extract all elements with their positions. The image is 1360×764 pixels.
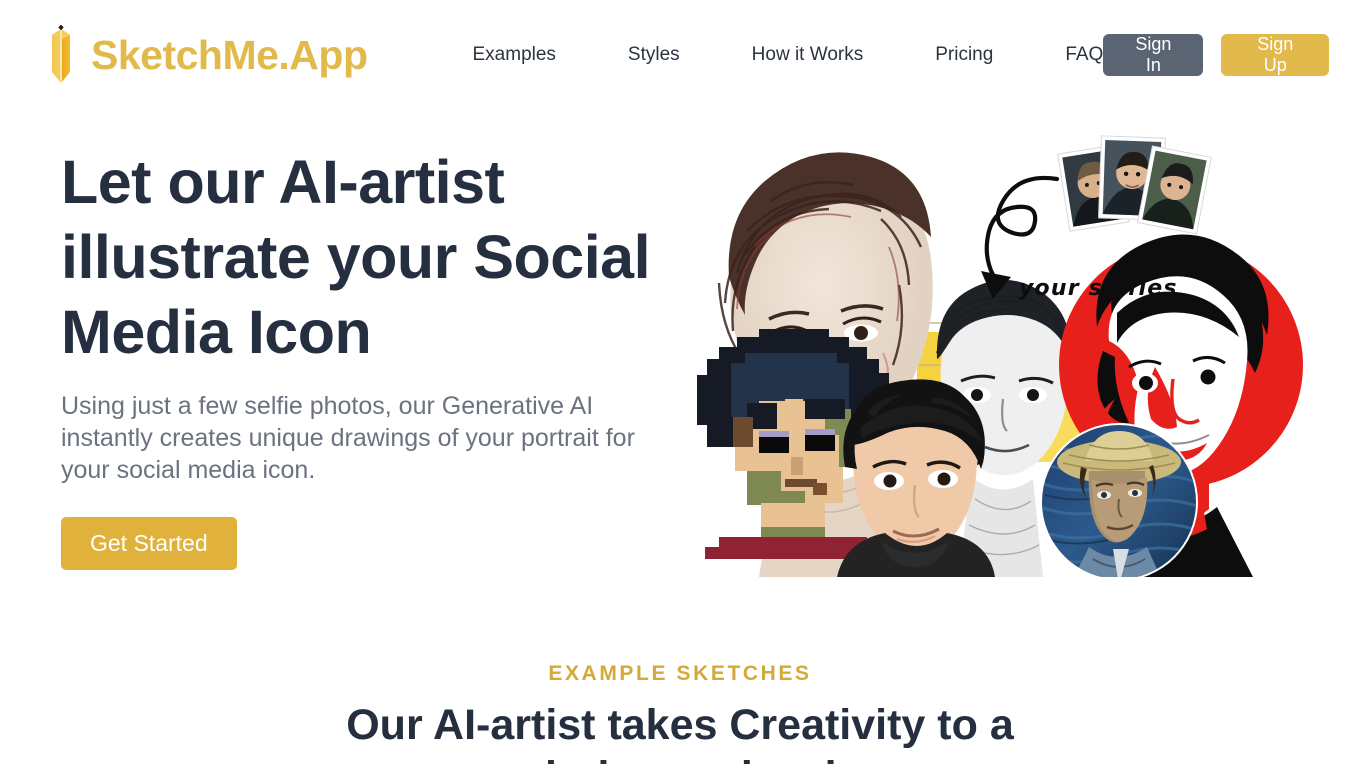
nav-link-how-it-works[interactable]: How it Works [752,44,864,66]
hero-image-column: your selfies [680,127,1360,610]
brand-logo[interactable]: SketchMe.App [45,24,368,86]
auth-buttons: Sign In Sign Up [1103,34,1329,76]
pencil-icon [45,24,77,86]
hero-subtitle: Using just a few selfie photos, our Gene… [61,392,635,485]
site-header: SketchMe.App Examples Styles How it Work… [0,0,1360,110]
main-navigation: Examples Styles How it Works Pricing FAQ [473,44,1104,66]
hero-text-column: Let our AI-artist illustrate your Social… [0,127,680,610]
sign-up-button[interactable]: Sign Up [1221,34,1329,76]
selfie-photos-group [1057,135,1212,235]
brand-name: SketchMe.App [91,31,368,78]
hero-section: Let our AI-artist illustrate your Social… [0,110,1360,610]
section-eyebrow: EXAMPLE SKETCHES [548,662,812,685]
nav-link-pricing[interactable]: Pricing [935,44,993,66]
hero-title: Let our AI-artist illustrate your Social… [61,148,651,367]
example-sketches-section: EXAMPLE SKETCHES Our AI-artist takes Cre… [0,610,1360,764]
photo-portrait [837,379,995,577]
sign-in-button[interactable]: Sign In [1103,34,1204,76]
section-title: Our AI-artist takes Creativity to a whol… [346,701,1014,764]
portrait-collage: your selfies [685,127,1335,581]
nav-link-faq[interactable]: FAQ [1065,44,1103,66]
nav-link-examples[interactable]: Examples [473,44,556,66]
get-started-button[interactable]: Get Started [61,517,237,571]
nav-link-styles[interactable]: Styles [628,44,680,66]
selfies-annotation-label: your selfies [1019,276,1178,301]
